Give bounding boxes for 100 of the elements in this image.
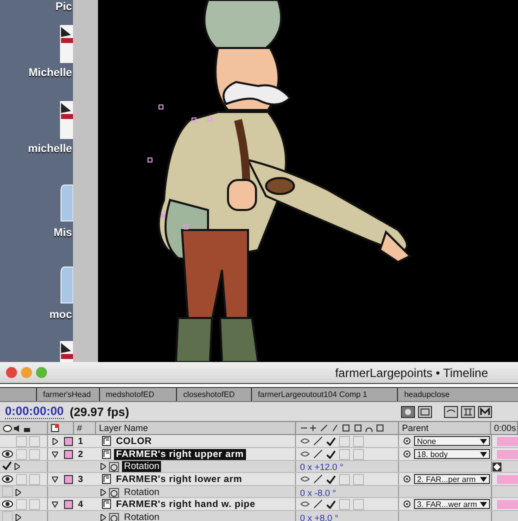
folder-icon[interactable]	[59, 183, 73, 223]
rotation-value[interactable]: 0 x -8.0 °	[300, 488, 336, 498]
shy-toggle-icon[interactable]	[444, 406, 458, 418]
dropdown-arrow-icon	[480, 452, 487, 456]
column-header[interactable]: Parent	[402, 422, 429, 434]
collapsed-triangle-icon[interactable]	[100, 489, 106, 496]
window-title: farmerLargepoints • Timeline	[334, 366, 489, 380]
layer-name[interactable]: COLOR	[114, 436, 154, 446]
layer-name[interactable]: FARMER's right lower arm	[114, 474, 244, 484]
dropdown-arrow-icon	[480, 476, 487, 482]
label-color-swatch[interactable]	[64, 500, 72, 508]
expanded-triangle-icon[interactable]	[52, 500, 58, 508]
label-color-swatch[interactable]	[64, 436, 72, 446]
layer-number: 1	[77, 436, 84, 446]
expanded-triangle-icon[interactable]	[52, 450, 58, 458]
switch-checkbox[interactable]	[16, 498, 27, 510]
switch-checkbox[interactable]	[16, 474, 27, 484]
comp-tab[interactable]: headupclose	[397, 388, 452, 401]
stopwatch-icon[interactable]	[109, 488, 119, 498]
column-header[interactable]: Layer Name	[99, 422, 148, 434]
eye-icon[interactable]	[2, 450, 13, 458]
number-column-header: #	[77, 422, 82, 434]
frame-blend-icon[interactable]	[461, 406, 475, 418]
property-name[interactable]: Rotation	[122, 461, 162, 472]
comp-tab[interactable]: medshotofED	[98, 388, 176, 401]
switch-checkbox[interactable]	[29, 474, 40, 484]
layer-icon	[102, 449, 111, 459]
desktop-icon-label[interactable]: Pic	[55, 1, 73, 13]
keyframe-checkbox[interactable]	[2, 486, 13, 497]
collapsed-triangle-icon[interactable]	[100, 463, 106, 470]
comp-tab[interactable]: farmer'sHead	[36, 388, 99, 401]
switch-checkbox[interactable]	[339, 436, 350, 446]
label-color-swatch[interactable]	[64, 474, 72, 484]
image-icon[interactable]	[418, 406, 432, 418]
switch-checkbox[interactable]	[339, 448, 350, 460]
parent-dropdown[interactable]: 2. FAR...per arm	[414, 474, 490, 484]
document-icon[interactable]	[59, 25, 73, 63]
dropdown-arrow-icon	[480, 438, 487, 444]
comp-tab[interactable]: closeshotofED	[176, 388, 251, 401]
layer-number: 3	[77, 474, 84, 484]
keyframe-icon[interactable]	[492, 462, 502, 472]
stopwatch-icon[interactable]	[109, 462, 119, 472]
layer-icon	[102, 499, 111, 509]
close-button[interactable]	[6, 367, 17, 378]
collapsed-triangle-icon[interactable]	[15, 489, 21, 496]
switch-checkbox[interactable]	[353, 436, 364, 446]
property-name[interactable]: Rotation	[122, 512, 162, 521]
label-color-swatch[interactable]	[64, 450, 72, 458]
checkmark-icon[interactable]	[326, 500, 336, 508]
eye-icon	[3, 424, 12, 432]
switch-checkbox[interactable]	[353, 498, 364, 510]
switch-checkbox[interactable]	[29, 436, 40, 446]
desktop-icon-label[interactable]: moc	[49, 309, 73, 321]
property-name[interactable]: Rotation	[122, 487, 162, 498]
time-ruler-label: 0:00s	[494, 422, 516, 434]
checkmark-icon[interactable]	[326, 474, 336, 484]
eye-icon[interactable]	[2, 474, 13, 482]
motion-blur-icon[interactable]	[478, 406, 492, 418]
folder-icon[interactable]	[59, 265, 73, 305]
collapsed-triangle-icon[interactable]	[14, 463, 20, 470]
quality-slash-icon[interactable]	[313, 499, 323, 509]
layer-number: 2	[77, 449, 84, 459]
pickwhip-icon[interactable]	[403, 475, 411, 483]
rotation-value[interactable]: 0 x +8.0 °	[300, 512, 338, 521]
layer-icon	[102, 436, 111, 446]
desktop-icon-label[interactable]: Michelle	[28, 67, 73, 79]
shy-icon[interactable]	[300, 475, 310, 483]
collapsed-triangle-icon[interactable]	[15, 514, 21, 521]
pickwhip-icon[interactable]	[403, 500, 411, 508]
stopwatch-icon[interactable]	[109, 512, 119, 521]
switch-checkbox[interactable]	[29, 498, 40, 510]
parent-dropdown[interactable]: 3. FAR...wer arm	[414, 499, 490, 509]
switch-checkbox[interactable]	[353, 474, 364, 484]
desktop-icon-label[interactable]: michelle	[28, 143, 73, 155]
quality-slash-icon[interactable]	[313, 474, 323, 484]
desktop-icon-label[interactable]: Mis	[54, 227, 73, 239]
switch-checkbox[interactable]	[339, 474, 350, 484]
current-time[interactable]: 0:00:00:00	[5, 404, 64, 419]
keyframe-checkbox[interactable]	[2, 511, 13, 521]
document-icon[interactable]	[59, 101, 73, 139]
collapsed-triangle-icon[interactable]	[52, 438, 58, 444]
switch-checkbox[interactable]	[16, 448, 27, 460]
parent-dropdown[interactable]: None	[414, 436, 490, 446]
switch-checkbox[interactable]	[16, 436, 27, 446]
checkmark-icon[interactable]	[2, 461, 12, 470]
eye-icon[interactable]	[2, 500, 13, 508]
switch-checkbox[interactable]	[339, 498, 350, 510]
expanded-triangle-icon[interactable]	[52, 476, 58, 482]
layer-name[interactable]: FARMER's right hand w. pipe	[114, 498, 258, 510]
switch-checkbox[interactable]	[353, 448, 364, 460]
layer-icon	[102, 474, 111, 484]
camera-icon[interactable]	[401, 406, 415, 418]
switch-checkbox[interactable]	[29, 448, 40, 460]
parent-dropdown[interactable]: 18. body	[414, 449, 490, 459]
collapsed-triangle-icon[interactable]	[100, 514, 106, 521]
shy-icon[interactable]	[300, 500, 310, 508]
comp-tab[interactable]: farmerLargeoutout104 Comp 1	[250, 388, 398, 401]
speaker-icon	[14, 424, 22, 432]
layer-name[interactable]: FARMER's right upper arm	[114, 448, 246, 460]
rotation-value[interactable]: 0 x +12.0 °	[300, 462, 344, 472]
